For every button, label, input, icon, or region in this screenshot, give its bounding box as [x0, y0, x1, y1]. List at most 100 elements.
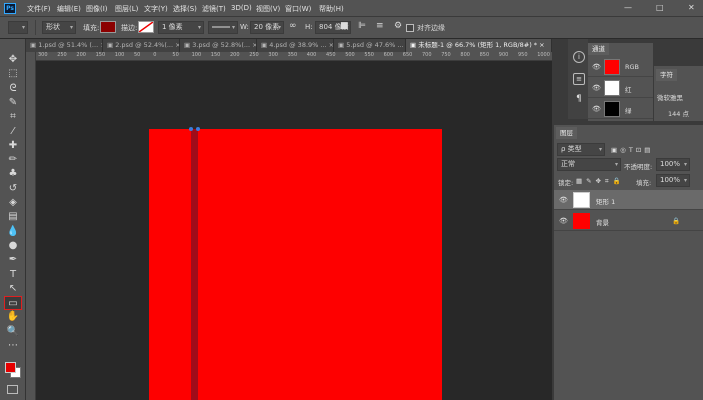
layer-filter-icons[interactable]: ▣◎T⊡▤	[611, 146, 653, 154]
fill-color-swatch[interactable]	[100, 21, 116, 33]
marquee-icon[interactable]: ⬚	[4, 67, 22, 81]
healing-icon[interactable]: ✚	[4, 139, 22, 153]
transform-handle[interactable]	[189, 127, 193, 131]
stroke-width-field[interactable]: 1 像素	[158, 21, 204, 34]
document-tab[interactable]: ▣ 2.psd @ 52.4%(... ×	[103, 39, 180, 52]
move-icon[interactable]: ✥	[4, 53, 22, 67]
brush-icon[interactable]: ✏	[4, 153, 22, 167]
stamp-icon[interactable]: ♣	[4, 167, 22, 181]
eraser-icon[interactable]: ◈	[4, 196, 22, 210]
path-arrange-icon[interactable]: ≡	[376, 21, 384, 31]
layer-filter-select[interactable]: ρ 类型	[557, 143, 605, 156]
rectangle-shape[interactable]	[191, 129, 198, 400]
menu-window[interactable]: 窗口(W)	[285, 4, 311, 14]
layer-name: 矩形 1	[596, 198, 616, 206]
maximize-button[interactable]: □	[656, 3, 664, 12]
channels-panel: 通道 👁 RGB 👁 红 👁 绿	[588, 43, 653, 121]
type-icon[interactable]: T	[4, 268, 22, 282]
eye-icon[interactable]: 👁	[559, 217, 568, 225]
layer-row-background[interactable]: 👁 背景 🔒	[554, 211, 703, 231]
channel-row-rgb[interactable]: 👁 RGB	[588, 57, 653, 77]
menu-filter[interactable]: 滤镜(T)	[202, 4, 226, 14]
dodge-icon[interactable]: ●	[4, 239, 22, 253]
gradient-icon[interactable]: ▤	[4, 210, 22, 224]
channel-row-green[interactable]: 👁 绿	[588, 99, 653, 119]
canvas-area[interactable]	[36, 61, 552, 400]
menu-view[interactable]: 视图(V)	[256, 4, 280, 14]
minimize-button[interactable]: —	[624, 3, 632, 12]
stroke-type-select[interactable]	[208, 21, 238, 34]
tool-preset-picker[interactable]	[8, 21, 28, 34]
eyedropper-icon[interactable]: ⁄	[4, 125, 22, 139]
channel-name: 红	[625, 86, 632, 94]
menu-select[interactable]: 选择(S)	[173, 4, 197, 14]
menu-file[interactable]: 文件(F)	[27, 4, 51, 14]
document-tab[interactable]: ▣ 4.psd @ 38.9% ... ×	[257, 39, 334, 52]
width-field[interactable]: 20 像素	[250, 21, 284, 34]
menu-help[interactable]: 帮助(H)	[319, 4, 344, 14]
document-tab[interactable]: ▣ 3.psd @ 52.8%(... ×	[180, 39, 257, 52]
more-icon[interactable]: ⋯	[4, 339, 22, 353]
document-tab[interactable]: ▣ 未标题-1 @ 66.7% (矩形 1, RGB/8#) * ×	[406, 39, 552, 52]
close-button[interactable]: ✕	[688, 3, 695, 12]
photoshop-logo: Ps	[4, 3, 16, 14]
history-brush-icon[interactable]: ↺	[4, 182, 22, 196]
lock-icon: 🔒	[672, 217, 681, 225]
eye-icon[interactable]: 👁	[592, 105, 601, 113]
eye-icon[interactable]: 👁	[592, 63, 601, 71]
channel-thumbnail	[604, 101, 620, 117]
menu-3d[interactable]: 3D(D)	[231, 4, 252, 12]
blur-icon[interactable]: 💧	[4, 225, 22, 239]
align-edges-checkbox[interactable]	[406, 24, 414, 32]
paragraph-icon[interactable]: ¶	[573, 94, 585, 106]
quick-mask-icon[interactable]	[7, 385, 18, 394]
channel-row-red[interactable]: 👁 红	[588, 78, 653, 98]
path-align-icon[interactable]: ⊫	[358, 21, 366, 31]
font-size-field[interactable]: 144 点	[668, 108, 689, 118]
fill-field[interactable]: 100%	[656, 174, 690, 187]
path-select-icon[interactable]: ↖	[4, 282, 22, 296]
tab-layers[interactable]: 图层	[556, 127, 577, 139]
tab-character[interactable]: 字符	[656, 69, 677, 81]
ruler-tick-label: 300	[38, 52, 48, 58]
align-edges-label: 对齐边缘	[417, 24, 445, 32]
mode-select[interactable]: 形状	[42, 21, 76, 34]
lock-label: 锁定:	[558, 179, 574, 187]
document-tab[interactable]: ▣ 5.psd @ 47.6% ... ×	[334, 39, 406, 52]
transform-handle[interactable]	[196, 127, 200, 131]
menu-layer[interactable]: 图层(L)	[115, 4, 138, 14]
ruler-tick-label: 150	[210, 52, 221, 58]
crop-icon[interactable]: ⌗	[4, 110, 22, 124]
channel-thumbnail	[604, 80, 620, 96]
document-tabs: ▣ 1.psd @ 51.4% (... × ▣ 2.psd @ 52.4%(..…	[26, 39, 552, 52]
document-tab[interactable]: ▣ 1.psd @ 51.4% (... ×	[26, 39, 103, 52]
layer-row-rectangle[interactable]: 👁 矩形 1	[554, 190, 703, 210]
font-family-field[interactable]: 微软雅黑	[657, 92, 683, 102]
gear-icon[interactable]: ⚙	[394, 21, 402, 31]
menu-type[interactable]: 文字(Y)	[144, 4, 168, 14]
hand-icon[interactable]: ✋	[4, 310, 22, 324]
info-icon[interactable]: i	[573, 51, 585, 63]
tab-channels[interactable]: 通道	[588, 43, 609, 55]
menu-edit[interactable]: 编辑(E)	[57, 4, 81, 14]
separator	[35, 20, 36, 35]
foreground-color-swatch[interactable]	[5, 362, 16, 373]
rectangle-icon[interactable]: ▭	[4, 296, 22, 311]
menu-image[interactable]: 图像(I)	[86, 4, 108, 14]
zoom-icon[interactable]: 🔍	[4, 325, 22, 339]
stroke-color-swatch[interactable]	[138, 21, 154, 33]
path-ops-icon[interactable]: ■	[340, 21, 349, 31]
quick-select-icon[interactable]: ✎	[4, 96, 22, 110]
eye-icon[interactable]: 👁	[592, 84, 601, 92]
ruler-tick-label: 950	[518, 52, 528, 58]
lasso-icon[interactable]: ᘓ	[4, 82, 22, 96]
ruler-tick-label: 250	[249, 52, 259, 58]
lock-icons[interactable]: ▦✎✥⌗🔒	[576, 177, 625, 186]
history-icon[interactable]: ≡	[573, 73, 585, 85]
blend-mode-select[interactable]: 正常	[557, 158, 621, 171]
opacity-field[interactable]: 100%	[656, 158, 690, 171]
eye-icon[interactable]: 👁	[559, 196, 568, 204]
ruler-tick-label: 500	[345, 52, 355, 58]
pen-icon[interactable]: ✒	[4, 253, 22, 267]
link-icon[interactable]: ∞	[289, 21, 297, 31]
